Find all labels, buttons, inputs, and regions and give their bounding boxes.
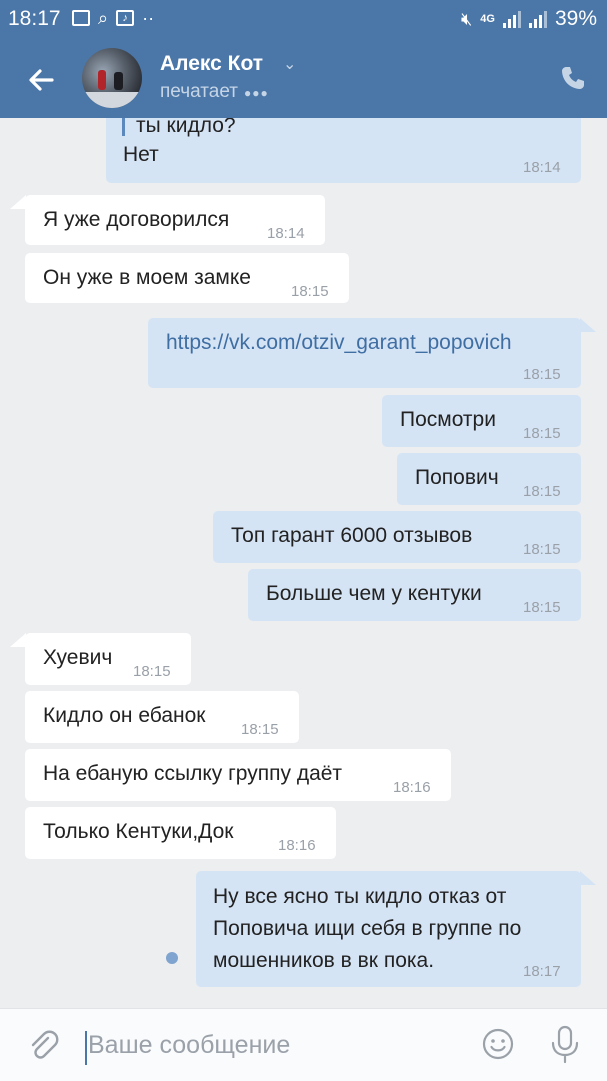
message-text: Хуевич bbox=[43, 646, 113, 669]
quoted-text: ты кидло? bbox=[136, 118, 236, 137]
bubble-tail bbox=[580, 871, 596, 885]
microphone-icon[interactable] bbox=[550, 1025, 580, 1065]
message-time: 18:15 bbox=[133, 663, 171, 680]
message-time: 18:14 bbox=[523, 159, 561, 176]
message-text: На ебаную ссылку группу даёт bbox=[43, 762, 343, 785]
message-time: 18:15 bbox=[241, 721, 279, 738]
signal-2-icon bbox=[528, 10, 547, 28]
smile-icon[interactable] bbox=[482, 1028, 514, 1060]
message-time: 18:15 bbox=[523, 483, 561, 500]
text-cursor bbox=[85, 1031, 87, 1065]
message-text: Кидло он ебанок bbox=[43, 704, 206, 727]
notification-icons: ⌕ ♪ ·· bbox=[72, 9, 154, 27]
message-bubble-incoming[interactable]: Кидло он ебанок 18:15 bbox=[25, 691, 299, 743]
bubble-tail bbox=[10, 633, 26, 647]
message-text: Топ гарант 6000 отзывов bbox=[231, 524, 473, 547]
bubble-tail bbox=[10, 195, 26, 209]
gallery-notification-icon bbox=[72, 10, 90, 26]
message-bubble-outgoing[interactable]: Топ гарант 6000 отзывов 18:15 bbox=[213, 511, 581, 563]
message-list[interactable]: ты кидло? Нет 18:14 Я уже договорился 18… bbox=[0, 118, 607, 1008]
message-text: Посмотри bbox=[400, 408, 496, 431]
more-notifications-icon: ·· bbox=[142, 8, 155, 28]
typing-dots: ●●● bbox=[243, 86, 269, 100]
message-text: Он уже в моем замке bbox=[43, 266, 251, 289]
message-text: Только Кентуки,Док bbox=[43, 820, 234, 843]
message-input[interactable]: Ваше сообщение bbox=[88, 1031, 290, 1060]
chat-header: Алекс Кот ⌄ печатает ●●● bbox=[0, 40, 607, 118]
status-bar: 18:17 ⌕ ♪ ·· 🔇︎ 4G 39% bbox=[0, 0, 607, 40]
message-bubble-incoming[interactable]: На ебаную ссылку группу даёт 18:16 bbox=[25, 749, 451, 801]
message-bubble-outgoing[interactable]: https://vk.com/otziv_garant_popovich 18:… bbox=[148, 318, 581, 388]
message-text-line: Ну все ясно ты кидло отказ от bbox=[213, 885, 507, 908]
message-bubble-incoming[interactable]: Хуевич 18:15 bbox=[25, 633, 191, 685]
message-bubble-incoming[interactable]: Я уже договорился 18:14 bbox=[25, 195, 325, 245]
contact-name[interactable]: Алекс Кот bbox=[160, 52, 263, 76]
message-text-line: мошенников в вк пока. bbox=[213, 949, 435, 972]
typing-label: печатает bbox=[160, 81, 238, 102]
message-time: 18:16 bbox=[393, 779, 431, 796]
message-bubble-outgoing[interactable]: Больше чем у кентуки 18:15 bbox=[248, 569, 581, 621]
typing-status: печатает ●●● bbox=[160, 81, 269, 103]
attach-icon[interactable] bbox=[26, 1029, 60, 1063]
message-text: Попович bbox=[415, 466, 499, 489]
status-time: 18:17 bbox=[8, 7, 61, 30]
message-time: 18:15 bbox=[523, 366, 561, 383]
phone-icon[interactable] bbox=[560, 65, 586, 91]
network-type: 4G bbox=[480, 13, 495, 25]
search-notification-icon: ⌕ bbox=[98, 8, 109, 28]
message-time: 18:15 bbox=[291, 283, 329, 300]
message-composer: Ваше сообщение bbox=[0, 1008, 607, 1081]
system-status: 🔇︎ 4G 39% bbox=[461, 7, 597, 31]
message-time: 18:14 bbox=[267, 225, 305, 242]
signal-icon bbox=[502, 10, 521, 28]
message-bubble-outgoing[interactable]: Ну все ясно ты кидло отказ от Поповича и… bbox=[196, 871, 581, 987]
message-text: Нет bbox=[123, 143, 159, 166]
message-bubble-incoming[interactable]: Только Кентуки,Док 18:16 bbox=[25, 807, 336, 859]
chevron-down-icon[interactable]: ⌄ bbox=[283, 54, 296, 74]
message-text: Больше чем у кентуки bbox=[266, 582, 482, 605]
message-text-line: Поповича ищи себя в группе по bbox=[213, 917, 522, 940]
unread-indicator bbox=[166, 952, 178, 964]
message-time: 18:17 bbox=[523, 963, 561, 980]
message-time: 18:15 bbox=[523, 541, 561, 558]
mute-icon: 🔇︎ bbox=[460, 9, 473, 29]
message-time: 18:15 bbox=[523, 425, 561, 442]
message-bubble-outgoing[interactable]: Посмотри 18:15 bbox=[382, 395, 581, 447]
message-bubble-outgoing[interactable]: Попович 18:15 bbox=[397, 453, 581, 505]
avatar[interactable] bbox=[82, 48, 142, 108]
music-notification-icon: ♪ bbox=[116, 10, 135, 26]
back-arrow-icon[interactable] bbox=[22, 60, 62, 100]
message-text: Я уже договорился bbox=[43, 208, 230, 231]
message-time: 18:16 bbox=[278, 837, 316, 854]
bubble-tail bbox=[580, 318, 596, 332]
quote-bar bbox=[122, 118, 125, 136]
message-time: 18:15 bbox=[523, 599, 561, 616]
message-bubble-outgoing[interactable]: ты кидло? Нет 18:14 bbox=[106, 118, 581, 183]
battery-percent: 39% bbox=[554, 7, 597, 30]
message-bubble-incoming[interactable]: Он уже в моем замке 18:15 bbox=[25, 253, 349, 303]
message-link[interactable]: https://vk.com/otziv_garant_popovich bbox=[166, 331, 512, 355]
